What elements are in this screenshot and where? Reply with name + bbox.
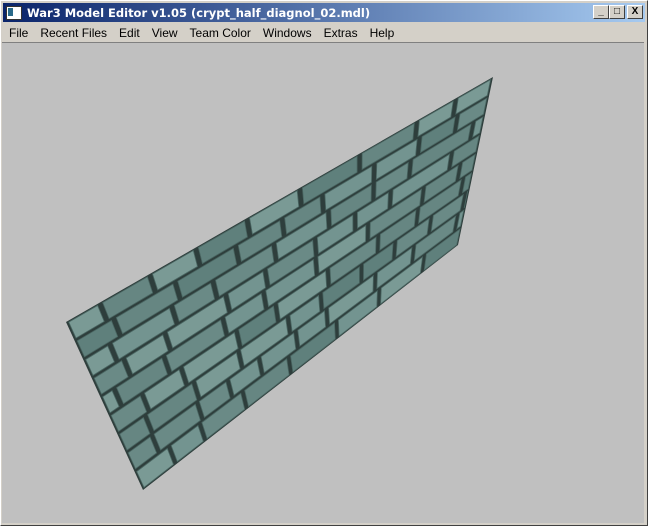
model-render: [66, 77, 493, 490]
stone-texture: [68, 78, 492, 489]
